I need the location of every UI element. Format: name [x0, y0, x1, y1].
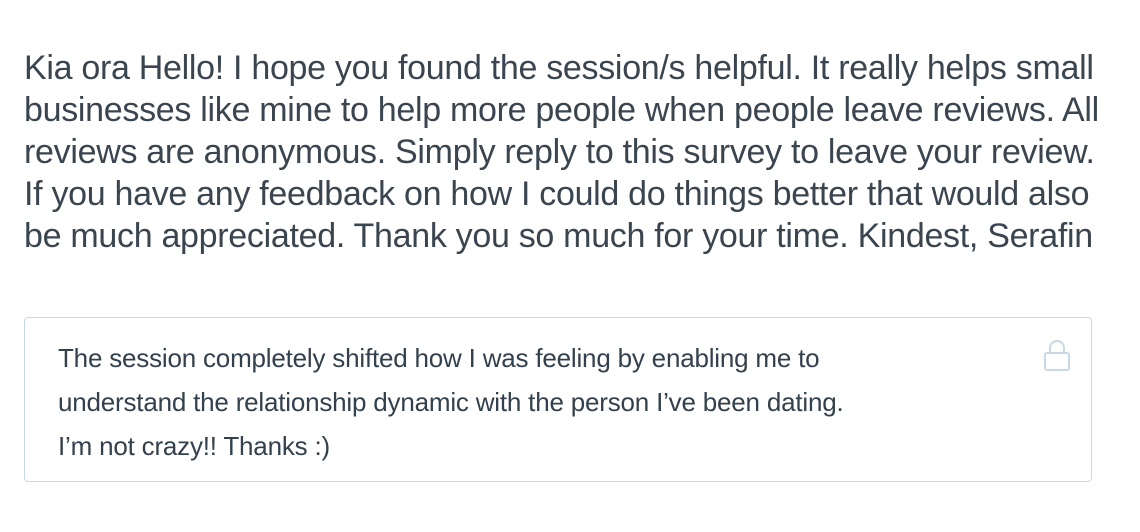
answer-line: I’m not crazy!! Thanks :) [58, 431, 330, 461]
lock-icon [1043, 338, 1071, 372]
answer-line: understand the relationship dynamic with… [58, 387, 844, 417]
answer-field: The session completely shifted how I was… [24, 317, 1092, 482]
answer-text: The session completely shifted how I was… [58, 336, 1008, 468]
survey-question-text: Kia ora Hello! I hope you found the sess… [24, 49, 1099, 255]
answer-line: The session completely shifted how I was… [58, 343, 820, 373]
